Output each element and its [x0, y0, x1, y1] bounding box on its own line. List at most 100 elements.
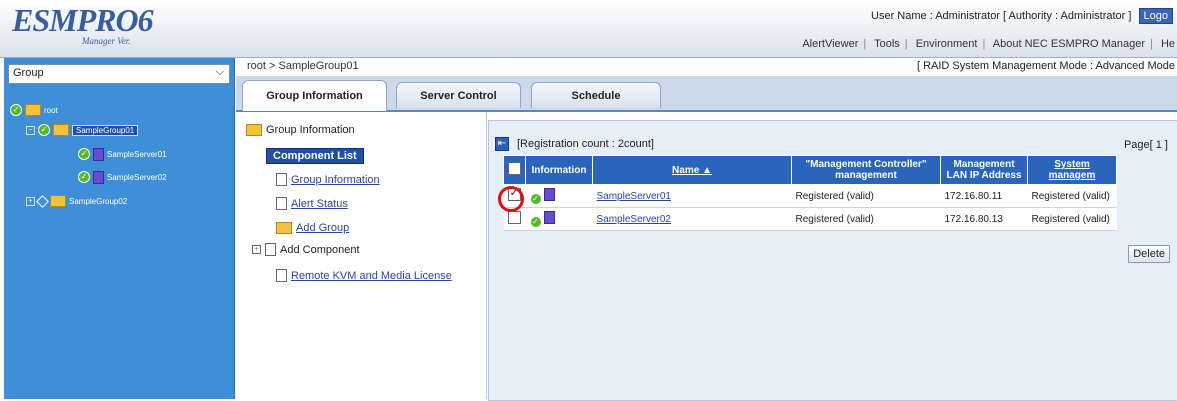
page-indicator: Page[ 1 ] [1123, 139, 1168, 151]
name-column-header[interactable]: Name ▲ [592, 155, 792, 185]
menu-item-group-information[interactable]: Group Information [276, 173, 380, 186]
checkbox-cell [503, 207, 526, 231]
menu-item-label: Alert Status [291, 197, 348, 210]
logo-subtitle: Manager Ver. [82, 36, 131, 46]
group-select-value: Group [13, 67, 44, 79]
select-all-header[interactable] [503, 155, 526, 185]
document-icon [276, 173, 287, 186]
registration-count: [Registration count : 2count] [517, 138, 654, 150]
sort-ascending-icon: ▲ [702, 164, 712, 176]
left-navigation-pane: Group ⌵ ✓ root − ✓ SampleGroup01 ✓ Sampl… [4, 58, 235, 399]
menu-item-component-list[interactable]: Component List [266, 148, 364, 164]
server-icon [93, 170, 104, 184]
tree-node-samplegroup02[interactable]: + SampleGroup02 [26, 193, 127, 209]
status-ok-icon: ✓ [529, 215, 542, 228]
status-ok-icon: ✓ [529, 192, 542, 205]
menu-item-alert-status[interactable]: Alert Status [276, 197, 348, 210]
select-all-checkbox[interactable] [508, 162, 521, 175]
menu-item-add-group[interactable]: Add Group [276, 222, 349, 234]
expand-icon[interactable]: + [26, 196, 35, 206]
checkbox-cell [503, 184, 526, 208]
nav-about[interactable]: About NEC ESMPRO Manager [993, 38, 1145, 50]
tab-group-information[interactable]: Group Information [242, 80, 387, 111]
ip-cell: 172.16.80.11 [940, 184, 1028, 208]
chevron-down-icon: ⌵ [215, 66, 224, 78]
sys-cell: Registered (valid) [1027, 184, 1117, 208]
tree-label: SampleGroup01 [72, 124, 139, 136]
folder-icon [25, 104, 41, 116]
table-row: ✓ SampleServer01 Registered (valid) 172.… [503, 184, 1117, 208]
top-navigation: AlertViewer | Tools | Environment | About N… [802, 38, 1175, 50]
menu-item-label: Group Information [291, 173, 380, 186]
server-icon [544, 210, 556, 224]
collapse-panel-icon[interactable]: ⇤ [495, 137, 509, 151]
mgmt-cell: Registered (valid) [791, 207, 941, 231]
menu-item-label: Component List [266, 148, 364, 164]
nav-environment[interactable]: Environment [916, 38, 978, 50]
menu-title-text: Group Information [266, 124, 355, 136]
folder-icon [276, 222, 292, 234]
server-link[interactable]: SampleServer01 [597, 191, 671, 202]
folder-icon [53, 124, 69, 136]
component-table: Information Name ▲ "Management Controlle… [503, 155, 1117, 231]
status-unknown-icon [36, 194, 49, 208]
tab-schedule[interactable]: Schedule [531, 82, 661, 108]
status-ok-icon: ✓ [10, 104, 22, 116]
menu-item-label: Remote KVM and Media License [291, 269, 452, 282]
name-cell: SampleServer01 [592, 184, 792, 208]
nav-tools[interactable]: Tools [874, 38, 900, 50]
nav-alertviewer[interactable]: AlertViewer [802, 38, 858, 50]
info-cell: ✓ [525, 207, 593, 231]
tree-node-sampleserver02[interactable]: ✓ SampleServer02 [78, 169, 167, 185]
registration-info: ⇤ [Registration count : 2count] [495, 137, 654, 151]
component-list-panel: ⇤ [Registration count : 2count] Page[ 1 … [488, 120, 1177, 401]
logout-button[interactable]: Logo [1138, 8, 1173, 24]
server-icon [93, 147, 104, 161]
esmpro-logo: ESMPRO6 [12, 2, 154, 38]
function-menu: Group Information Component List Group I… [236, 112, 487, 399]
nav-help[interactable]: He [1161, 38, 1175, 50]
menu-title: Group Information [246, 124, 355, 136]
column-header: Information [525, 155, 593, 185]
server-link[interactable]: SampleServer02 [597, 214, 671, 225]
status-ok-icon: ✓ [78, 171, 90, 183]
delete-button[interactable]: Delete [1128, 245, 1170, 263]
row-checkbox[interactable] [507, 211, 521, 224]
menu-item-label: Add Group [296, 222, 350, 234]
breadcrumb: root > SampleGroup01 [247, 60, 359, 72]
tree-node-root[interactable]: ✓ root [10, 102, 58, 118]
tree-label: root [44, 105, 58, 115]
info-cell: ✓ [525, 184, 593, 208]
mgmt-cell: Registered (valid) [791, 184, 941, 208]
table-row: ✓ SampleServer02 Registered (valid) 172.… [503, 207, 1117, 231]
folder-icon [50, 195, 66, 207]
component-icon [265, 243, 276, 256]
expand-icon[interactable]: + [252, 245, 261, 254]
status-ok-icon: ✓ [78, 148, 90, 160]
tab-server-control[interactable]: Server Control [396, 82, 521, 108]
column-header: "Management Controller" management [791, 155, 941, 185]
menu-item-label: Add Component [280, 243, 360, 256]
tree-node-samplegroup01[interactable]: − ✓ SampleGroup01 [26, 122, 139, 138]
tree-label: SampleServer01 [107, 149, 167, 159]
menu-item-add-component[interactable]: + Add Component [252, 243, 360, 256]
row-checkbox[interactable] [507, 186, 521, 201]
column-label: Name [672, 164, 700, 176]
status-ok-icon: ✓ [38, 124, 50, 136]
sys-cell: Registered (valid) [1027, 207, 1117, 231]
group-select[interactable]: Group ⌵ [8, 64, 230, 84]
column-header: Management LAN IP Address [940, 155, 1028, 185]
ip-cell: 172.16.80.13 [940, 207, 1028, 231]
collapse-icon[interactable]: − [26, 125, 35, 135]
app-header: ESMPRO6 Manager Ver. User Name : Adminis… [0, 0, 1177, 58]
menu-item-remote-kvm[interactable]: Remote KVM and Media License [276, 269, 452, 282]
document-icon [276, 269, 287, 282]
user-line-text: User Name : Administrator [ Authority : … [871, 10, 1132, 22]
tree-label: SampleServer02 [107, 172, 167, 182]
tree-label: SampleGroup02 [69, 196, 128, 206]
server-icon [544, 187, 556, 201]
column-header[interactable]: System managem [1027, 155, 1117, 185]
alert-icon [276, 197, 287, 210]
tree-node-sampleserver01[interactable]: ✓ SampleServer01 [78, 146, 167, 162]
raid-mode-label: [ RAID System Management Mode : Advanced… [916, 60, 1175, 72]
